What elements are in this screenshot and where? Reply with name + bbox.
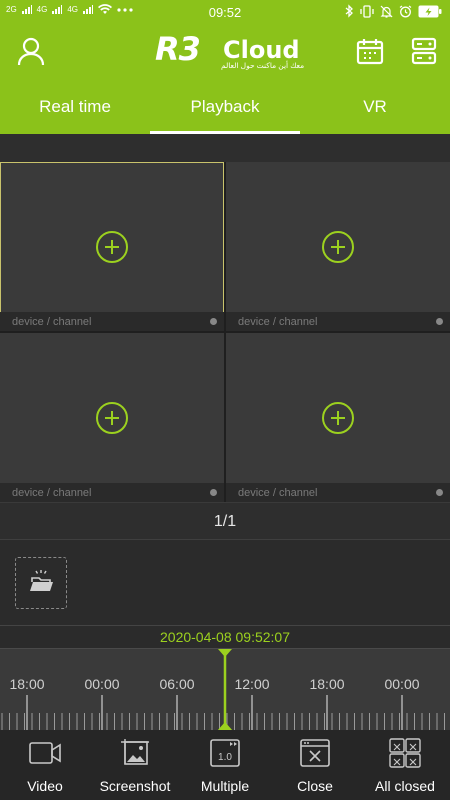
cell-footer: device / channel <box>226 312 450 331</box>
playback-timeline[interactable]: 18:00 00:00 06:00 12:00 18:00 00:00 <box>0 648 450 731</box>
user-icon[interactable] <box>16 36 46 66</box>
multiple-label: Multiple <box>200 778 250 794</box>
timeline-hour-label: 00:00 <box>384 676 420 692</box>
cell-footer: device / channel <box>0 483 224 502</box>
open-folder-icon <box>29 569 53 591</box>
cell-footer: device / channel <box>226 483 450 502</box>
status-dot <box>210 489 217 496</box>
app-header: R3 Cloud معك أين ماكنت حول العالم <box>0 24 450 80</box>
video-camera-icon <box>29 742 61 764</box>
status-dot <box>210 318 217 325</box>
spacer <box>0 134 450 162</box>
add-channel-icon[interactable] <box>96 231 128 263</box>
timeline-ticks <box>1 649 445 731</box>
status-bar: 2G 4G 4G 09:52 <box>0 0 450 24</box>
app-logo: R3 Cloud معك أين ماكنت حول العالم <box>155 30 304 74</box>
alarm-icon <box>399 5 412 17</box>
playback-screen: 2G 4G 4G 09:52 R3 Cloud معك أين ماكنت حو… <box>0 0 450 800</box>
video-cell-3[interactable]: device / channel <box>0 333 224 502</box>
bluetooth-icon <box>345 4 353 18</box>
add-channel-icon[interactable] <box>322 402 354 434</box>
video-cell-2[interactable]: device / channel <box>226 162 450 331</box>
close-button[interactable]: Close <box>270 730 360 800</box>
tab-real-time[interactable]: Real time <box>0 80 150 134</box>
close-label: Close <box>297 778 333 794</box>
video-button[interactable]: Video <box>0 730 90 800</box>
timeline-hour-label: 12:00 <box>234 676 270 692</box>
status-right <box>345 4 442 18</box>
cell-footer: device / channel <box>0 312 224 331</box>
recording-folder-button[interactable] <box>15 557 67 609</box>
bottom-toolbar: Video Screenshot 1.0 Multiple Close All … <box>0 730 450 800</box>
add-channel-icon[interactable] <box>322 231 354 263</box>
timeline-hour-label: 00:00 <box>84 676 120 692</box>
timeline-hour-label: 18:00 <box>309 676 345 692</box>
video-label: Video <box>27 778 63 794</box>
screenshot-button[interactable]: Screenshot <box>90 730 180 800</box>
tab-vr[interactable]: VR <box>300 80 450 134</box>
multiple-speed-button[interactable]: 1.0 Multiple <box>180 730 270 800</box>
logo-tagline: معك أين ماكنت حول العالم <box>221 61 305 70</box>
status-dot <box>436 318 443 325</box>
cell-label: device / channel <box>12 316 92 328</box>
all-closed-label: All closed <box>375 778 435 794</box>
playback-speed-icon: 1.0 <box>210 739 240 767</box>
screenshot-icon <box>121 739 149 765</box>
status-dot <box>436 489 443 496</box>
playback-timestamp: 2020-04-08 09:52:07 <box>160 629 290 645</box>
mode-tabs: Real time Playback VR <box>0 80 450 134</box>
vibrate-icon <box>360 4 374 18</box>
close-window-icon <box>300 739 330 767</box>
cell-label: device / channel <box>238 487 318 499</box>
logo-r3: R3 <box>155 30 201 68</box>
device-list-icon[interactable] <box>411 37 437 65</box>
cell-label: device / channel <box>12 487 92 499</box>
timeline-hour-label: 06:00 <box>159 676 195 692</box>
close-all-icon <box>389 738 421 768</box>
tab-playback[interactable]: Playback <box>150 80 300 134</box>
calendar-icon[interactable] <box>356 37 384 65</box>
video-grid: device / channel device / channel device… <box>0 162 450 502</box>
close-all-button[interactable]: All closed <box>360 730 450 800</box>
battery-icon <box>418 5 442 17</box>
file-bar <box>0 540 450 626</box>
speed-value: 1.0 <box>218 752 232 763</box>
screenshot-label: Screenshot <box>99 778 171 794</box>
video-cell-1[interactable]: device / channel <box>0 162 224 331</box>
add-channel-icon[interactable] <box>96 402 128 434</box>
cell-label: device / channel <box>238 316 318 328</box>
page-indicator: 1/1 <box>0 502 450 540</box>
timeline-hour-label: 18:00 <box>9 676 45 692</box>
logo-cloud: Cloud <box>223 36 300 64</box>
bell-off-icon <box>380 5 393 18</box>
video-cell-4[interactable]: device / channel <box>226 333 450 502</box>
